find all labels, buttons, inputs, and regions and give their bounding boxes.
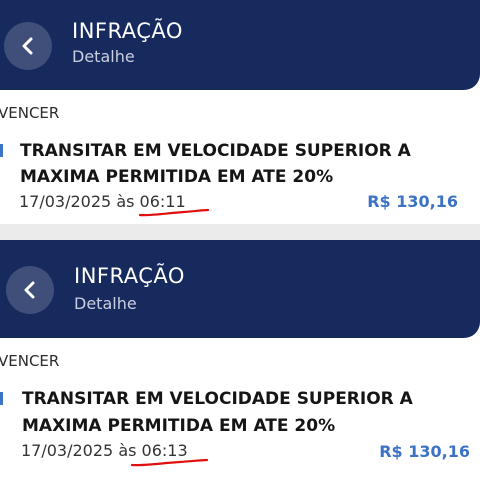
page-title: INFRAÇÃO	[72, 19, 183, 43]
chevron-left-icon	[22, 37, 33, 55]
status-indicator	[0, 392, 3, 405]
infraction-description-line1: TRANSITAR EM VELOCIDADE SUPERIOR A	[20, 141, 411, 161]
infraction-description-line1: TRANSITAR EM VELOCIDADE SUPERIOR A	[22, 389, 413, 409]
status-indicator	[0, 144, 3, 157]
screenshot-panel-1: INFRAÇÃO Detalhe VENCER TRANSITAR EM VEL…	[0, 0, 480, 224]
page-subtitle: Detalhe	[74, 294, 137, 313]
infraction-amount: R$ 130,16	[379, 442, 470, 461]
screenshot-panel-2: INFRAÇÃO Detalhe VENCER TRANSITAR EM VEL…	[0, 240, 480, 480]
infraction-amount: R$ 130,16	[367, 192, 458, 211]
red-underline-annotation	[138, 208, 210, 217]
infraction-date: 17/03/2025	[21, 441, 114, 460]
section-label: VENCER	[0, 104, 60, 122]
back-button[interactable]	[4, 22, 52, 70]
infraction-date: 17/03/2025	[19, 192, 112, 211]
page-subtitle: Detalhe	[72, 47, 135, 66]
divider	[0, 224, 480, 240]
infraction-at: às	[116, 192, 135, 211]
app-header: INFRAÇÃO Detalhe	[0, 0, 480, 90]
page-title: INFRAÇÃO	[74, 264, 185, 288]
back-button[interactable]	[6, 266, 54, 314]
section-label: VENCER	[0, 352, 60, 370]
infraction-description-line2: MAXIMA PERMITIDA EM ATE 20%	[20, 167, 334, 187]
infraction-description-line2: MAXIMA PERMITIDA EM ATE 20%	[22, 416, 336, 436]
red-underline-annotation	[130, 458, 209, 467]
app-header: INFRAÇÃO Detalhe	[0, 240, 480, 338]
chevron-left-icon	[24, 281, 35, 299]
